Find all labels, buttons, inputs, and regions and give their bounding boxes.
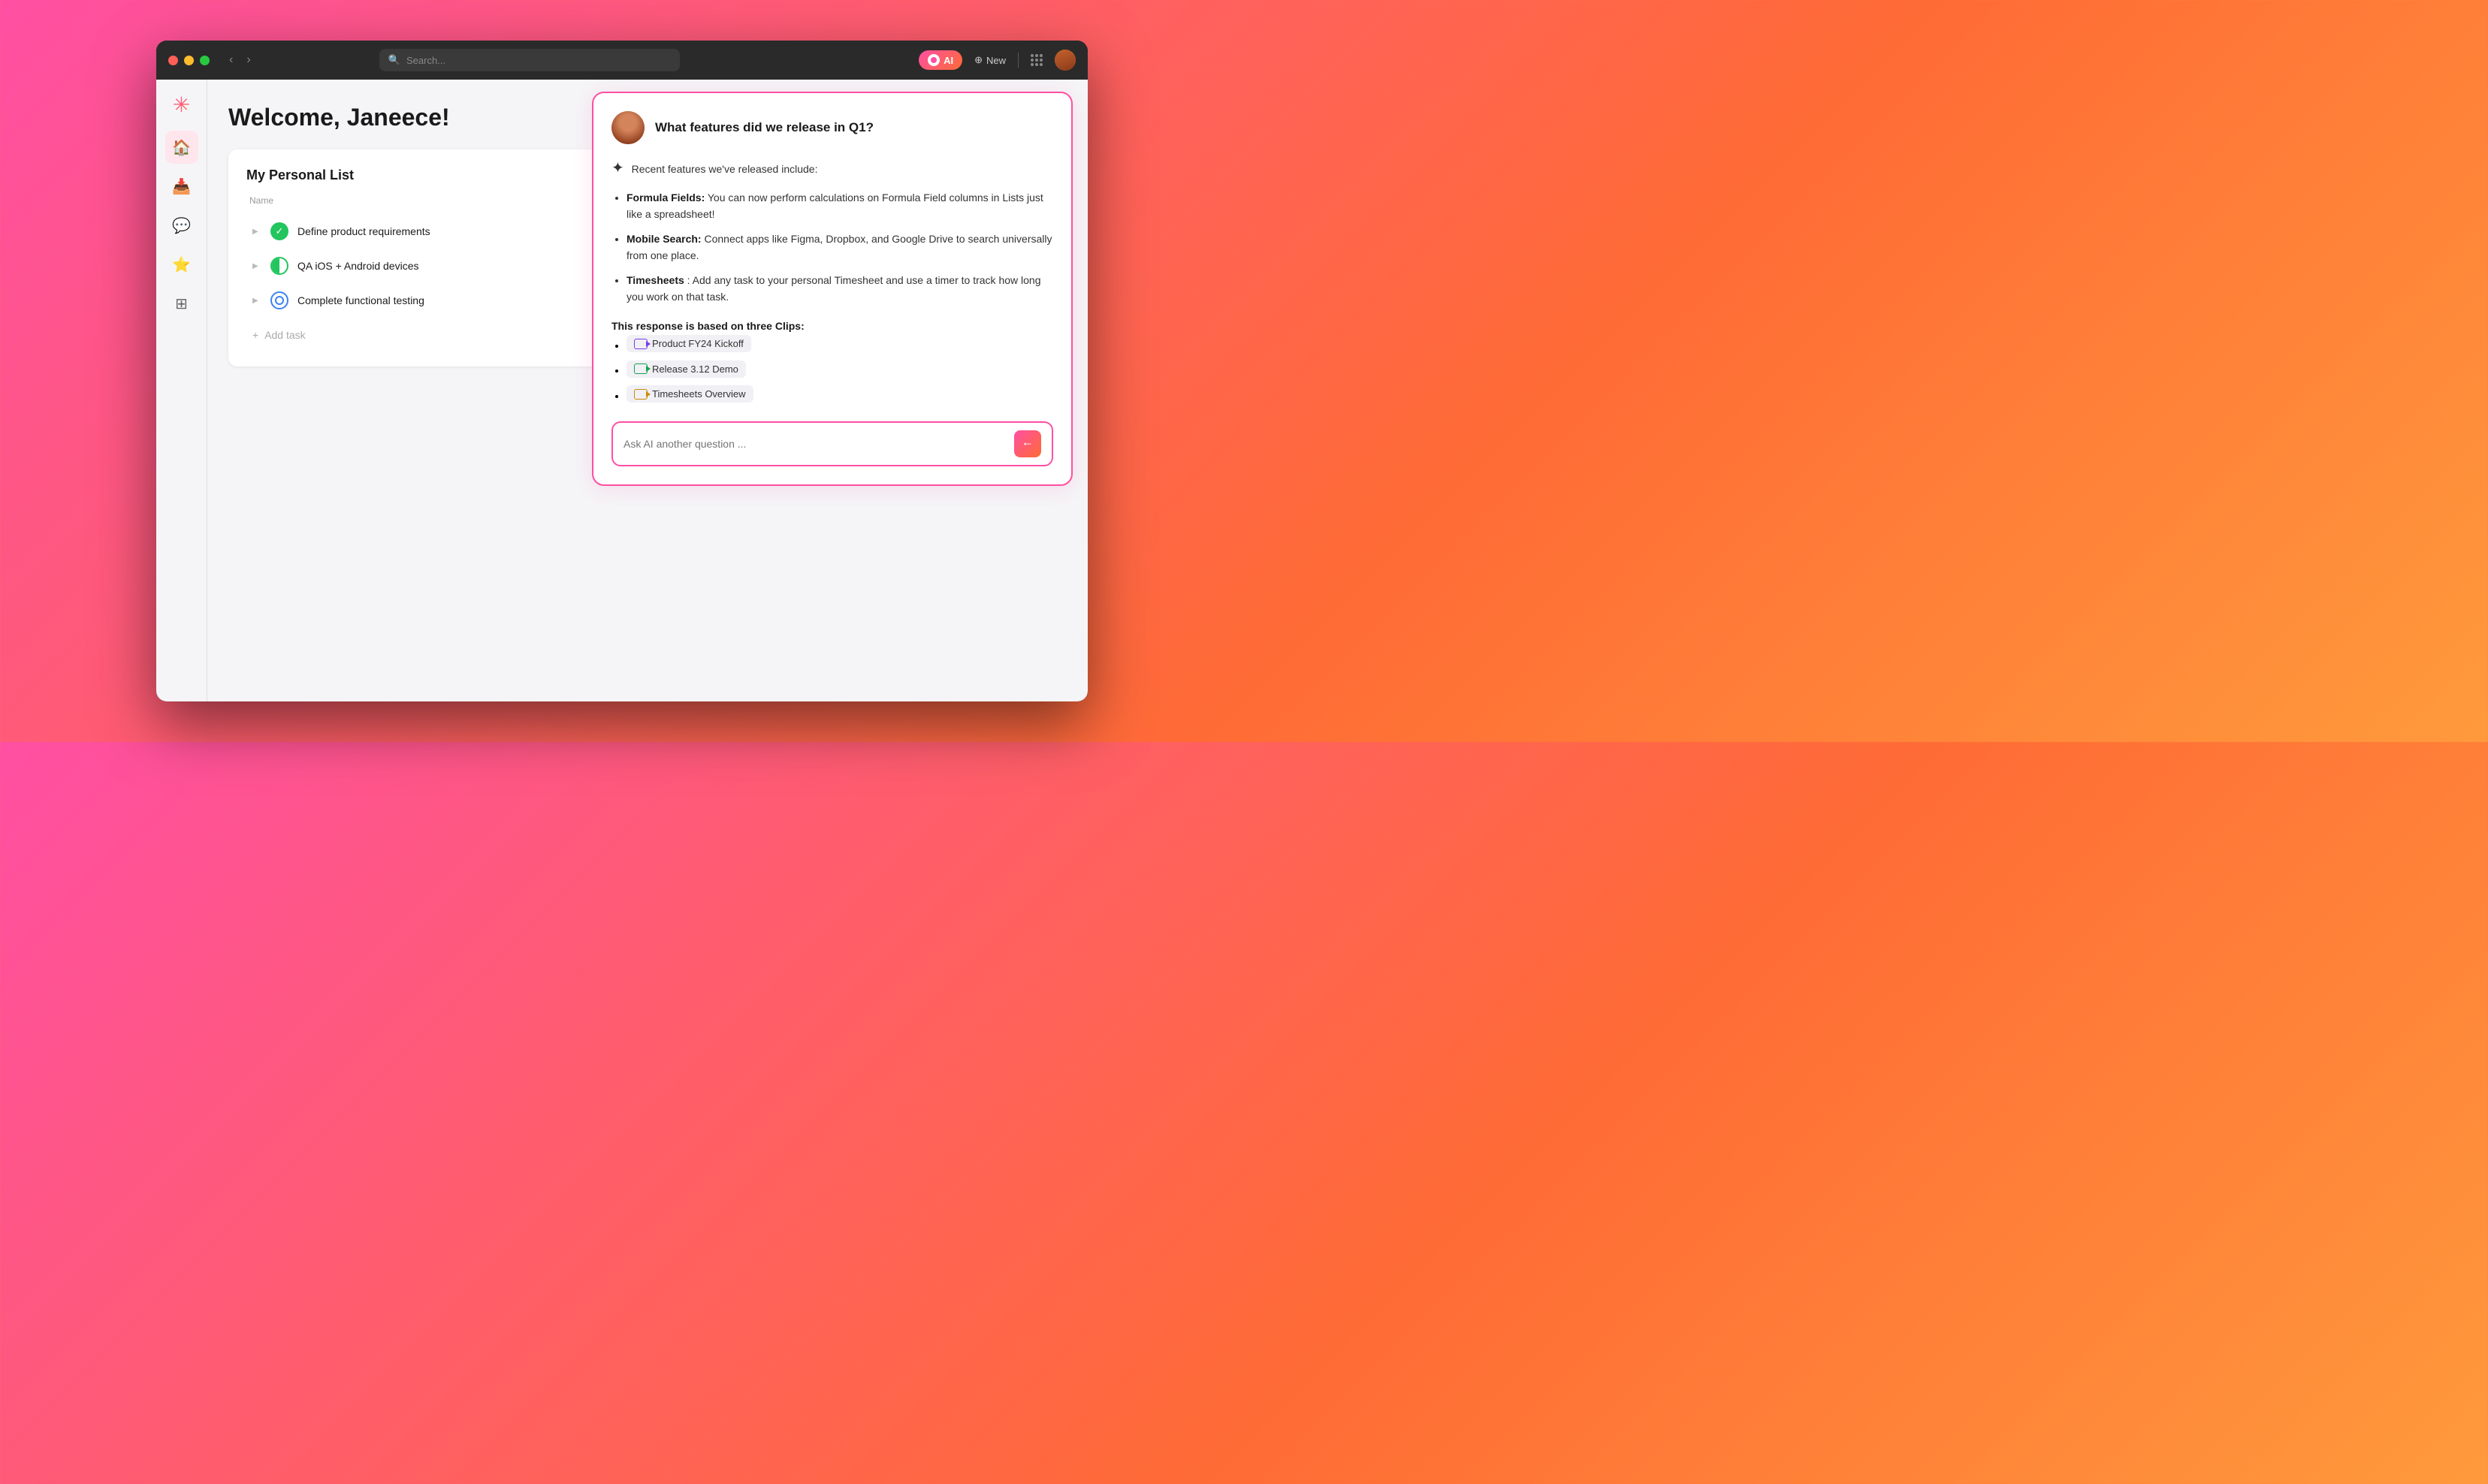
avatar-face xyxy=(611,111,645,144)
search-bar[interactable]: 🔍 Search... xyxy=(379,49,680,71)
ai-question: What features did we release in Q1? xyxy=(655,120,874,135)
grid-dot xyxy=(1031,63,1034,66)
clips-header: This response is based on three Clips: xyxy=(611,320,1053,332)
grid-dot xyxy=(1035,63,1038,66)
favorites-icon: ⭐ xyxy=(172,255,191,274)
grid-dot xyxy=(1040,63,1043,66)
new-button[interactable]: ⊕ New xyxy=(974,54,1006,66)
feature-desc: : Add any task to your personal Timeshee… xyxy=(627,274,1040,303)
titlebar-right: AI ⊕ New xyxy=(919,50,1076,71)
app-logo: ✳ xyxy=(168,92,195,119)
clip-item: Release 3.12 Demo xyxy=(627,360,1053,379)
close-button[interactable] xyxy=(168,56,178,65)
user-avatar[interactable] xyxy=(1055,50,1076,71)
feature-list: Formula Fields: You can now perform calc… xyxy=(611,189,1053,305)
forward-button[interactable]: › xyxy=(242,52,255,68)
ai-dot-inner xyxy=(931,57,937,63)
clip-name: Product FY24 Kickoff xyxy=(652,338,744,349)
main-layout: ✳ 🏠 📥 💬 ⭐ ⊞ Welcome, Janeece! My Persona… xyxy=(156,80,1088,701)
ai-response: ✦ Recent features we've released include… xyxy=(611,156,1053,305)
sidebar-item-apps[interactable]: ⊞ xyxy=(165,287,198,320)
ai-send-button[interactable]: ↑ xyxy=(1014,430,1041,457)
home-icon: 🏠 xyxy=(172,138,191,157)
clip-item: Product FY24 Kickoff xyxy=(627,335,1053,353)
video-icon-yellow xyxy=(634,389,648,400)
sidebar-item-favorites[interactable]: ⭐ xyxy=(165,248,198,281)
send-arrow-icon: ↑ xyxy=(1021,441,1034,447)
user-avatar-large xyxy=(611,111,645,144)
clip-name: Release 3.12 Demo xyxy=(652,363,738,375)
ai-question-input[interactable] xyxy=(624,438,1008,450)
task-status-progress-icon xyxy=(270,291,288,309)
task-status-done-icon: ✓ xyxy=(270,222,288,240)
sidebar-item-home[interactable]: 🏠 xyxy=(165,131,198,164)
sparkle-icon: ✦ xyxy=(611,160,624,176)
sidebar-item-messages[interactable]: 💬 xyxy=(165,209,198,242)
ai-input-row[interactable]: ↑ xyxy=(611,421,1053,466)
maximize-button[interactable] xyxy=(200,56,210,65)
feature-item: Mobile Search: Connect apps like Figma, … xyxy=(627,231,1053,264)
messages-icon: 💬 xyxy=(172,216,191,235)
feature-name: Formula Fields: xyxy=(627,192,705,204)
ai-button[interactable]: AI xyxy=(919,50,962,70)
feature-item: Timesheets : Add any task to your person… xyxy=(627,272,1053,306)
back-button[interactable]: ‹ xyxy=(225,52,237,68)
clip-badge[interactable]: Timesheets Overview xyxy=(627,385,753,403)
grid-icon[interactable] xyxy=(1031,54,1043,66)
ai-label: AI xyxy=(944,55,953,66)
task-chevron-icon: ▶ xyxy=(252,262,261,270)
ai-question-header: What features did we release in Q1? xyxy=(611,111,1053,144)
app-window: ‹ › 🔍 Search... AI ⊕ New xyxy=(156,41,1088,701)
feature-name: Timesheets xyxy=(627,274,684,286)
grid-dot xyxy=(1035,54,1038,57)
clip-item: Timesheets Overview xyxy=(627,385,1053,403)
avatar-image xyxy=(1055,50,1076,71)
clip-list: Product FY24 Kickoff Release 3.12 Demo xyxy=(611,335,1053,403)
plus-icon: + xyxy=(252,329,258,341)
feature-name: Mobile Search: xyxy=(627,233,702,245)
response-intro: ✦ Recent features we've released include… xyxy=(611,156,1053,180)
minimize-button[interactable] xyxy=(184,56,194,65)
grid-dot xyxy=(1031,54,1034,57)
sidebar-item-inbox[interactable]: 📥 xyxy=(165,170,198,203)
search-icon: 🔍 xyxy=(388,54,400,66)
sidebar: ✳ 🏠 📥 💬 ⭐ ⊞ xyxy=(156,80,207,701)
grid-dot xyxy=(1035,59,1038,62)
plus-icon: ⊕ xyxy=(974,54,983,66)
grid-dot xyxy=(1040,59,1043,62)
feature-item: Formula Fields: You can now perform calc… xyxy=(627,189,1053,223)
task-chevron-icon: ▶ xyxy=(252,297,261,305)
clip-badge[interactable]: Release 3.12 Demo xyxy=(627,360,746,378)
separator xyxy=(1018,53,1019,68)
video-icon-purple xyxy=(634,339,648,349)
checkmark-icon: ✓ xyxy=(276,225,284,237)
titlebar: ‹ › 🔍 Search... AI ⊕ New xyxy=(156,41,1088,80)
nav-arrows: ‹ › xyxy=(225,52,255,68)
clip-name: Timesheets Overview xyxy=(652,388,746,400)
video-icon-green xyxy=(634,363,648,374)
grid-dot xyxy=(1040,54,1043,57)
main-content: Welcome, Janeece! My Personal List Name … xyxy=(207,80,1088,701)
play-icon xyxy=(646,391,651,397)
new-label: New xyxy=(986,55,1006,66)
task-status-half-icon xyxy=(270,257,288,275)
inbox-icon: 📥 xyxy=(172,177,191,196)
search-placeholder: Search... xyxy=(406,55,445,66)
traffic-lights xyxy=(168,56,210,65)
ai-panel: What features did we release in Q1? ✦ Re… xyxy=(592,92,1073,486)
clips-section: This response is based on three Clips: P… xyxy=(611,317,1053,403)
play-icon xyxy=(646,341,651,347)
logo-icon: ✳ xyxy=(173,95,190,116)
apps-icon: ⊞ xyxy=(175,294,188,313)
add-task-label: Add task xyxy=(264,329,305,341)
task-chevron-icon: ▶ xyxy=(252,228,261,236)
grid-dot xyxy=(1031,59,1034,62)
play-icon xyxy=(646,366,651,372)
clip-badge[interactable]: Product FY24 Kickoff xyxy=(627,335,751,352)
ai-dot xyxy=(928,54,940,66)
